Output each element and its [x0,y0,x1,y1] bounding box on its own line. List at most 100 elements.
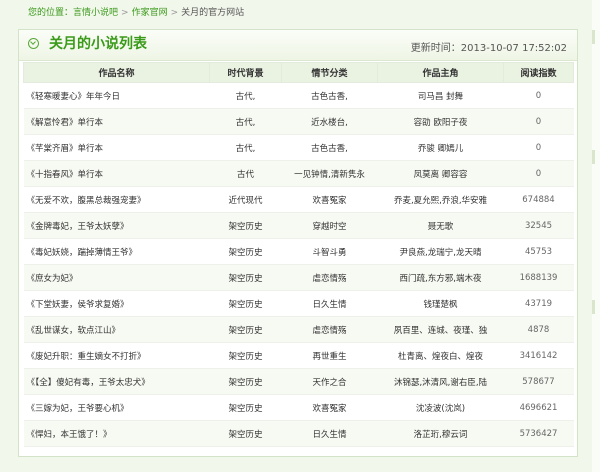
table-header-row: 作品名称 时代背景 情节分类 作品主角 阅读指数 [23,62,574,83]
protagonists-cell: 洛芷珩,穆云词 [377,420,504,447]
protagonists-cell: 西门疏,东方邪,端木夜 [377,264,504,291]
genre-cell: 斗智斗勇 [281,238,378,265]
edge-marker [592,150,595,164]
novel-title-link[interactable]: 《三嫁为妃，王爷要心机》 [23,394,210,421]
read-index-cell: 0 [503,82,574,109]
column-header-genre: 情节分类 [281,62,378,83]
era-cell: 架空历史 [209,316,282,343]
novel-title-link[interactable]: 《无爱不欢，腹黑总裁强宠妻》 [23,186,210,213]
novel-title-link[interactable]: 《解意怜君》单行本 [23,108,210,135]
protagonists-cell: 聂无歌 [377,212,504,239]
protagonists-cell: 沈凌波(沈岚) [377,394,504,421]
protagonists-cell: 尹良燕,龙瑞宁,龙天晴 [377,238,504,265]
read-index-cell: 0 [503,134,574,161]
novel-title-link[interactable]: 《芊棠齐眉》单行本 [23,134,210,161]
table-row: 《三嫁为妃，王爷要心机》 架空历史 欢喜冤家 沈凌波(沈岚) 4696621 [23,394,574,421]
era-cell: 架空历史 [209,212,282,239]
read-index-cell: 32545 [503,212,574,239]
breadcrumb-link-authors[interactable]: 作家官网 [132,8,168,18]
era-cell: 架空历史 [209,290,282,317]
novel-title-link[interactable]: 《毒妃妖娆，踹掉薄情王爷》 [23,238,210,265]
edge-marker [592,30,595,44]
chevron-down-circle-icon[interactable] [28,38,39,49]
column-header-title: 作品名称 [23,62,210,83]
protagonists-cell: 沐锦瑟,沐清风,谢右臣,陆 [377,368,504,395]
era-cell: 古代, [209,82,282,109]
genre-cell: 近水楼台, [281,108,378,135]
read-index-cell: 4696621 [503,394,574,421]
genre-cell: 日久生情 [281,420,378,447]
genre-cell: 再世重生 [281,342,378,369]
genre-cell: 虐恋情殇 [281,316,378,343]
protagonists-cell: 容劭 欧阳子夜 [377,108,504,135]
breadcrumb-link-home[interactable]: 言情小说吧 [73,8,118,18]
column-header-era: 时代背景 [209,62,282,83]
table-row: 《悍妇，本王饿了！》 架空历史 日久生情 洛芷珩,穆云词 5736427 [23,420,574,447]
column-header-protagonists: 作品主角 [377,62,504,83]
genre-cell: 一见钟情,清新隽永 [281,160,378,187]
protagonists-cell: 司马昌 封舞 [377,82,504,109]
read-index-cell: 4878 [503,316,574,343]
novel-table: 作品名称 时代背景 情节分类 作品主角 阅读指数 《轻寒暖妻心》年年今日 古代, 古… [23,62,574,447]
protagonists-cell: 杜青离、煌夜白、煌夜 [377,342,504,369]
breadcrumb-current: 关月的官方网站 [181,8,245,18]
read-index-cell: 43719 [503,290,574,317]
table-row: 《金牌毒妃，王爷太妖孽》 架空历史 穿越时空 聂无歌 32545 [23,212,574,239]
table-row: 《轻寒暖妻心》年年今日 古代, 古色古香, 司马昌 封舞 0 [23,82,574,109]
genre-cell: 欢喜冤家 [281,186,378,213]
read-index-cell: 0 [503,108,574,135]
novel-title-link[interactable]: 《十指春风》单行本 [23,160,210,187]
era-cell: 架空历史 [209,264,282,291]
protagonists-cell: 夙百里、连城、夜瑾、独 [377,316,504,343]
novel-title-link[interactable]: 《乱世谋女，软点江山》 [23,316,210,343]
update-time-value: 2013-10-07 17:52:02 [460,43,567,54]
table-row: 《十指春风》单行本 古代 一见钟情,清新隽永 凤莫离 卿容容 0 [23,160,574,187]
scroll-edge [592,0,600,472]
panel-title: 关月的小说列表 [49,36,147,52]
genre-cell: 天作之合 [281,368,378,395]
table-row: 《废妃升职：重生嫡女不打折》 架空历史 再世重生 杜青离、煌夜白、煌夜 3416142 [23,342,574,369]
panel-header: 关月的小说列表 更新时间：2013-10-07 17:52:02 [19,30,577,61]
era-cell: 架空历史 [209,238,282,265]
novel-title-link[interactable]: 《金牌毒妃，王爷太妖孽》 [23,212,210,239]
table-row: 《乱世谋女，软点江山》 架空历史 虐恋情殇 夙百里、连城、夜瑾、独 4878 [23,316,574,343]
era-cell: 架空历史 [209,368,282,395]
era-cell: 架空历史 [209,394,282,421]
read-index-cell: 5736427 [503,420,574,447]
era-cell: 近代现代 [209,186,282,213]
novel-title-link[interactable]: 《庶女为妃》 [23,264,210,291]
genre-cell: 虐恋情殇 [281,264,378,291]
novel-title-link[interactable]: 《废妃升职：重生嫡女不打折》 [23,342,210,369]
breadcrumb-separator: > [170,8,179,18]
era-cell: 架空历史 [209,420,282,447]
edge-marker [592,300,595,314]
protagonists-cell: 乔麦,夏允熙,乔浪,华安雅 [377,186,504,213]
genre-cell: 欢喜冤家 [281,394,378,421]
read-index-cell: 1688139 [503,264,574,291]
novel-title-link[interactable]: 《悍妇，本王饿了！》 [23,420,210,447]
update-time: 更新时间：2013-10-07 17:52:02 [411,39,567,54]
table-row: 《无爱不欢，腹黑总裁强宠妻》 近代现代 欢喜冤家 乔麦,夏允熙,乔浪,华安雅 67488… [23,186,574,213]
update-time-label: 更新时间： [410,43,461,54]
era-cell: 架空历史 [209,342,282,369]
genre-cell: 穿越时空 [281,212,378,239]
novel-title-link[interactable]: 《轻寒暖妻心》年年今日 [23,82,210,109]
read-index-cell: 45753 [503,238,574,265]
breadcrumb-prefix: 您的位置： [28,8,74,18]
genre-cell: 古色古香, [281,82,378,109]
era-cell: 古代, [209,108,282,135]
era-cell: 古代 [209,160,282,187]
table-row: 《解意怜君》单行本 古代, 近水楼台, 容劭 欧阳子夜 0 [23,108,574,135]
breadcrumb: 您的位置：言情小说吧 > 作家官网 > 关月的官方网站 [28,6,244,20]
table-row: 《【全】傻妃有毒，王爷太忠犬》 架空历史 天作之合 沐锦瑟,沐清风,谢右臣,陆 5786… [23,368,574,395]
genre-cell: 古色古香, [281,134,378,161]
protagonists-cell: 钱瑾楚枫 [377,290,504,317]
table-row: 《芊棠齐眉》单行本 古代, 古色古香, 乔骏 卿嫣儿 0 [23,134,574,161]
protagonists-cell: 乔骏 卿嫣儿 [377,134,504,161]
column-header-read-index: 阅读指数 [503,62,574,83]
novel-title-link[interactable]: 《【全】傻妃有毒，王爷太忠犬》 [23,368,210,395]
table-body: 《轻寒暖妻心》年年今日 古代, 古色古香, 司马昌 封舞 0 《解意怜君》单行本 古代, 近水… [23,82,574,447]
protagonists-cell: 凤莫离 卿容容 [377,160,504,187]
novel-title-link[interactable]: 《下堂妖妻，侯爷求复婚》 [23,290,210,317]
breadcrumb-separator: > [121,8,129,18]
